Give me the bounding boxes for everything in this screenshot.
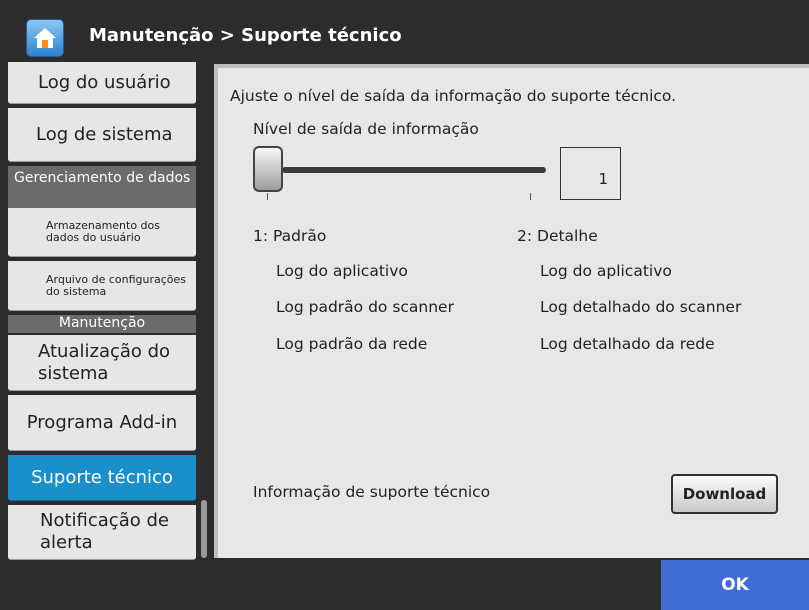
sidebar-item-suporte[interactable]: Suporte técnico [8,455,196,501]
sidebar-item-log-sistema[interactable]: Log de sistema [8,108,196,162]
level-value-display: 1 [560,147,621,200]
slider-tick-max [530,193,531,200]
level-2-item: Log do aplicativo [540,262,672,280]
level-label: Nível de saída de informação [253,120,479,138]
sidebar-item-atualizacao[interactable]: Atualização do sistema [8,335,196,391]
sidebar-item-log-usuario[interactable]: Log do usuário [8,62,196,104]
ok-button[interactable]: OK [661,560,809,610]
sidebar-item-arquivo-config[interactable]: Arquivo de configurações do sistema [8,261,196,311]
home-button[interactable] [26,19,64,57]
level-1-item: Log do aplicativo [276,262,408,280]
support-info-label: Informação de suporte técnico [253,483,491,501]
page-title: Manutenção > Suporte técnico [89,25,402,46]
level-2-heading: 2: Detalhe [517,227,598,245]
sidebar-category-manutencao: Manutenção [8,315,196,333]
level-slider-track[interactable] [282,167,546,173]
sidebar-scrollbar-thumb[interactable] [201,500,207,558]
level-1-heading: 1: Padrão [253,227,327,245]
sidebar-category-gerenciamento: Gerenciamento de dados [8,166,196,208]
instruction-text: Ajuste o nível de saída da informação do… [230,87,677,105]
sidebar-item-notificacao[interactable]: Notificação de alerta [8,505,196,560]
level-slider-handle[interactable] [253,146,283,192]
slider-tick-min [267,193,268,200]
home-icon [34,28,56,48]
sidebar-scrollbar[interactable] [199,62,207,560]
level-1-item: Log padrão do scanner [276,298,454,316]
sidebar-item-armazenamento[interactable]: Armazenamento dos dados do usuário [8,208,196,257]
level-2-item: Log detalhado da rede [540,335,715,353]
sidebar: Log do usuário Log de sistema Gerenciame… [0,62,210,560]
level-2-item: Log detalhado do scanner [540,298,742,316]
level-1-item: Log padrão da rede [276,335,428,353]
download-button[interactable]: Download [671,474,778,514]
sidebar-item-addin[interactable]: Programa Add-in [8,395,196,451]
